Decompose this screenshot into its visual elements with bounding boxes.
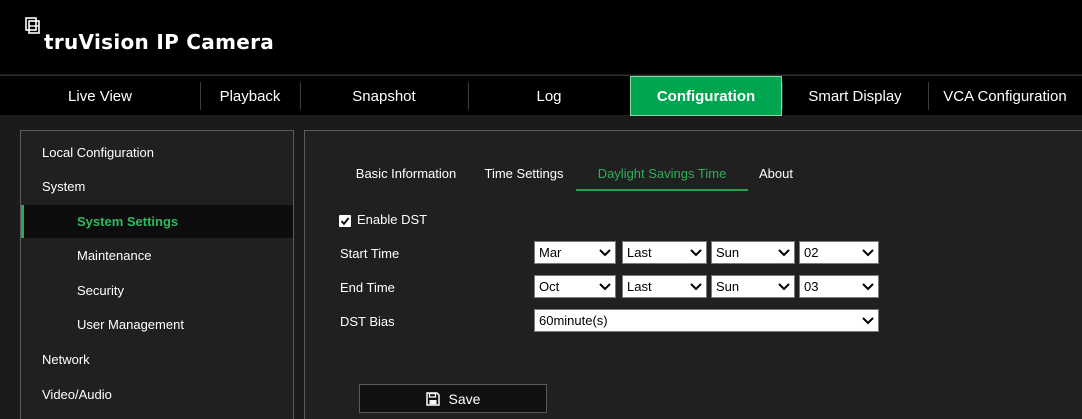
start-month-value: Mar [539,245,562,260]
start-hour-value: 02 [804,245,819,260]
end-day-select[interactable]: Sun [711,275,795,298]
config-sidebar: Local Configuration System System Settin… [20,130,294,419]
sidebar-item-security[interactable]: Security [21,274,293,307]
sidebar-item-maintenance[interactable]: Maintenance [21,239,293,272]
end-week-select[interactable]: Last [622,275,707,298]
header-bar: truVision IP Camera [0,0,1082,74]
end-hour-select[interactable]: 03 [799,275,879,298]
save-button[interactable]: Save [359,384,547,413]
chevron-down-icon [862,248,874,256]
chevron-down-icon [862,316,874,324]
tab-configuration[interactable]: Configuration [630,76,782,116]
tab-vca-configuration[interactable]: VCA Configuration [928,76,1082,116]
brand-logo: truVision IP Camera [24,17,275,54]
start-week-value: Last [627,245,652,260]
floppy-disk-icon [425,391,440,406]
sidebar-item-system[interactable]: System [21,170,293,203]
sidebar-item-network[interactable]: Network [21,343,293,376]
chevron-down-icon [862,282,874,290]
end-week-value: Last [627,279,652,294]
subtab-about[interactable]: About [748,155,804,191]
main-nav: Live View Playback Snapshot Log Configur… [0,75,1082,116]
tab-playback[interactable]: Playback [200,76,300,116]
chevron-down-icon [690,282,702,290]
end-month-select[interactable]: Oct [534,275,616,298]
chevron-down-icon [599,248,611,256]
tab-snapshot[interactable]: Snapshot [300,76,468,116]
sidebar-item-video-audio[interactable]: Video/Audio [21,378,293,411]
start-day-select[interactable]: Sun [711,241,795,264]
settings-panel: Basic Information Time Settings Daylight… [304,130,1082,419]
save-button-label: Save [448,390,481,407]
end-hour-value: 03 [804,279,819,294]
subtab-time-settings[interactable]: Time Settings [472,155,576,191]
end-time-label: End Time [340,280,395,295]
sidebar-item-local-configuration[interactable]: Local Configuration [21,136,293,169]
subtab-basic-information[interactable]: Basic Information [340,155,472,191]
end-month-value: Oct [539,279,560,294]
sidebar-item-user-management[interactable]: User Management [21,308,293,341]
brand-name: truVision IP Camera [44,30,275,54]
chevron-down-icon [778,282,790,290]
sidebar-item-system-settings[interactable]: System Settings [21,205,293,238]
camera-logo-icon [25,17,40,34]
chevron-down-icon [778,248,790,256]
chevron-down-icon [690,248,702,256]
enable-dst-checkbox[interactable] [339,215,351,227]
dst-bias-select[interactable]: 60minute(s) [534,309,879,332]
subtab-daylight-savings-time[interactable]: Daylight Savings Time [576,155,748,191]
start-week-select[interactable]: Last [622,241,707,264]
tab-live-view[interactable]: Live View [0,76,200,116]
settings-subtabs: Basic Information Time Settings Daylight… [340,155,804,191]
tab-smart-display[interactable]: Smart Display [782,76,928,116]
enable-dst-label: Enable DST [357,212,428,227]
chevron-down-icon [599,282,611,290]
dst-bias-value: 60minute(s) [539,313,608,328]
checkmark-icon [340,217,350,226]
start-month-select[interactable]: Mar [534,241,616,264]
start-time-label: Start Time [340,246,400,261]
tab-log[interactable]: Log [468,76,630,116]
end-day-value: Sun [716,279,740,294]
start-day-value: Sun [716,245,740,260]
dst-bias-label: DST Bias [340,314,395,329]
start-hour-select[interactable]: 02 [799,241,879,264]
